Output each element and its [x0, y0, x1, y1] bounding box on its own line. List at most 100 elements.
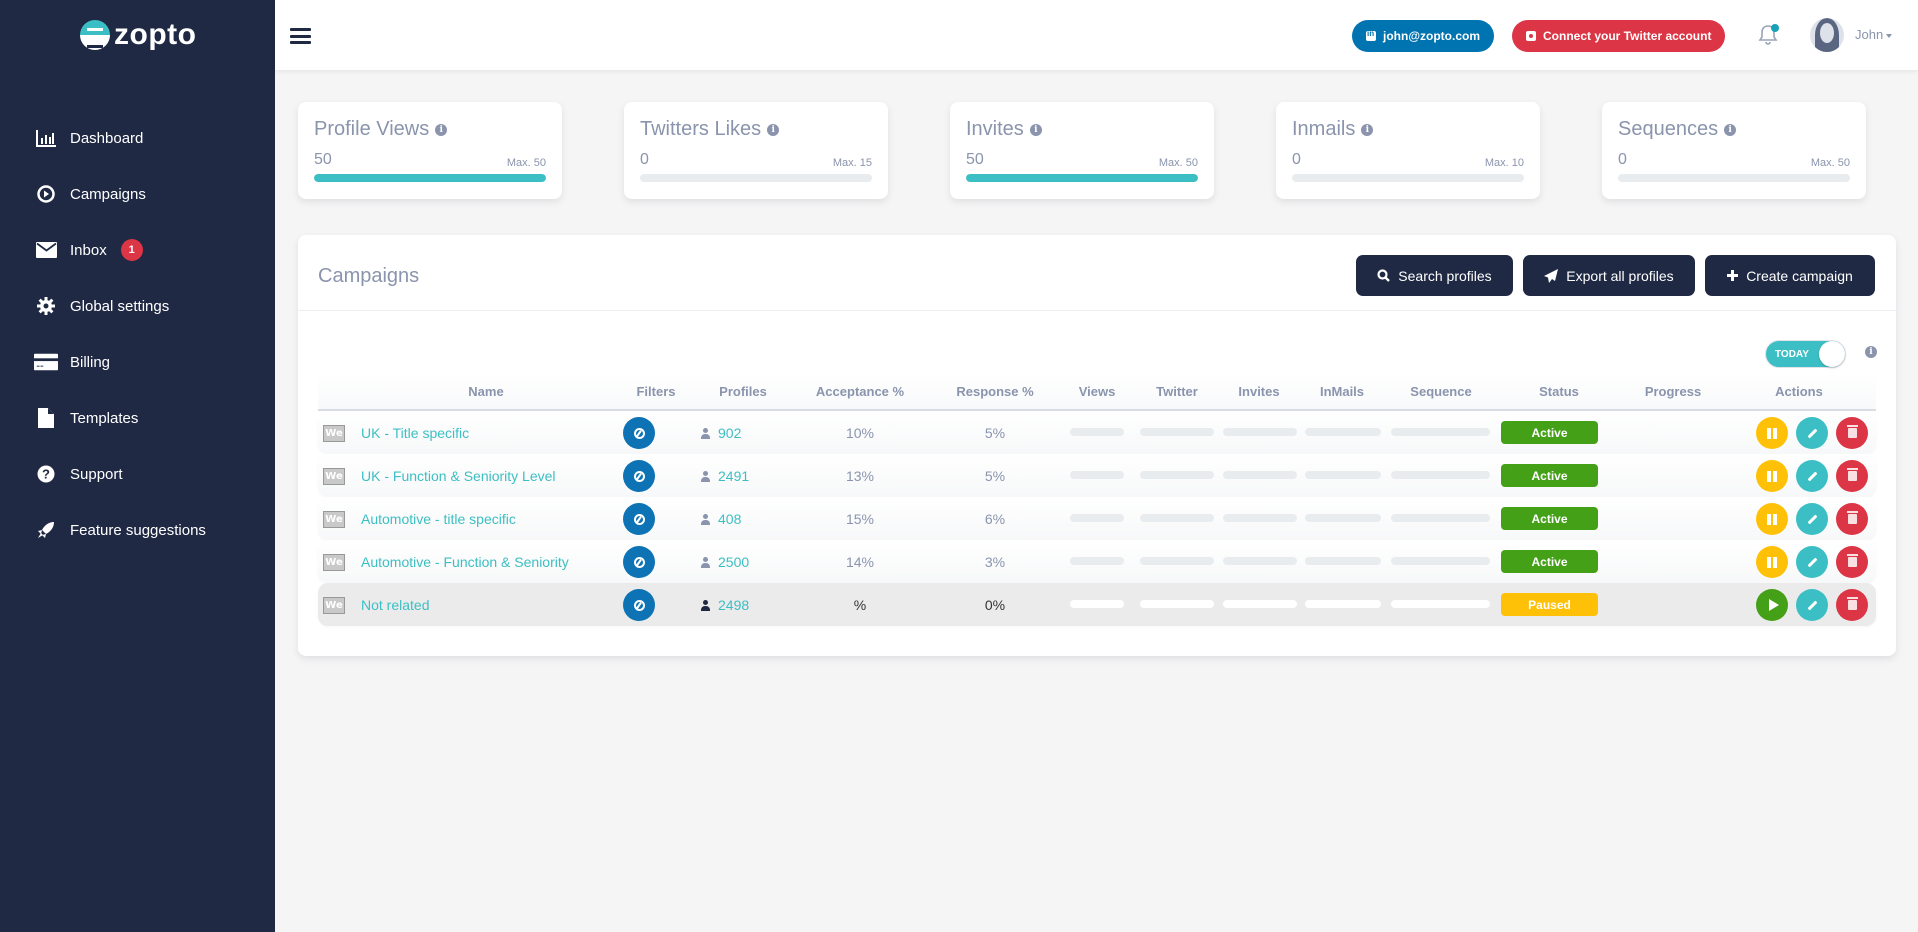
source-badge: We — [323, 425, 345, 442]
profiles-count[interactable]: 408 — [701, 511, 741, 527]
edit-button[interactable] — [1796, 589, 1828, 621]
sidebar-item-global-settings[interactable]: Global settings — [34, 278, 206, 334]
filters-button[interactable] — [623, 460, 655, 492]
filters-button[interactable] — [623, 589, 655, 621]
views-progress-bar — [1070, 471, 1124, 479]
sidebar-item-templates[interactable]: Templates — [34, 390, 206, 446]
menu-toggle-button[interactable] — [290, 28, 311, 44]
user-avatar[interactable] — [1810, 18, 1844, 52]
column-header-profiles[interactable]: Profiles — [719, 384, 767, 399]
twitter-progress-bar — [1140, 471, 1214, 479]
user-menu-dropdown[interactable]: John — [1855, 27, 1893, 42]
trash-icon — [1846, 425, 1858, 438]
connect-twitter-button[interactable]: Connect your Twitter account — [1512, 20, 1726, 52]
create-campaign-button[interactable]: Create campaign — [1705, 255, 1875, 296]
profiles-count[interactable]: 902 — [701, 425, 741, 441]
campaigns-table: Name Filters Profiles Acceptance % Respo… — [318, 373, 1876, 626]
svg-text:?: ? — [42, 467, 50, 482]
filters-button[interactable] — [623, 417, 655, 449]
profiles-count-value: 2500 — [718, 554, 750, 570]
linkedin-account-button[interactable]: john@zopto.com — [1352, 20, 1495, 52]
column-header-twitter[interactable]: Twitter — [1156, 384, 1198, 399]
column-header-status[interactable]: Status — [1539, 384, 1579, 399]
stat-progress-bar — [966, 174, 1198, 182]
search-profiles-button[interactable]: Search profiles — [1356, 255, 1513, 296]
profiles-count[interactable]: 2491 — [701, 468, 749, 484]
pencil-icon — [1807, 600, 1817, 610]
sidebar-item-campaigns[interactable]: Campaigns — [34, 166, 206, 222]
edit-button[interactable] — [1796, 417, 1828, 449]
user-name: John — [1855, 27, 1884, 42]
column-header-filters[interactable]: Filters — [636, 384, 675, 399]
notifications-button[interactable] — [1758, 24, 1780, 46]
pause-button[interactable] — [1756, 417, 1788, 449]
logo[interactable]: zopto — [80, 18, 196, 52]
delete-button[interactable] — [1836, 546, 1868, 578]
brand-name: zopto — [114, 18, 197, 51]
delete-button[interactable] — [1836, 503, 1868, 535]
filters-button[interactable] — [623, 546, 655, 578]
delete-button[interactable] — [1836, 460, 1868, 492]
pause-button[interactable] — [1756, 460, 1788, 492]
invites-progress-bar — [1223, 514, 1297, 522]
question-circle-icon: ? — [34, 465, 58, 483]
column-header-inmails[interactable]: InMails — [1320, 384, 1364, 399]
column-header-name[interactable]: Name — [468, 384, 503, 399]
paper-plane-icon — [1544, 268, 1559, 283]
delete-button[interactable] — [1836, 589, 1868, 621]
info-icon[interactable]: i — [1361, 123, 1374, 136]
column-header-response[interactable]: Response % — [956, 384, 1033, 399]
connect-twitter-label: Connect your Twitter account — [1543, 29, 1712, 43]
sidebar-item-dashboard[interactable]: Dashboard — [34, 110, 206, 166]
acceptance-rate: 15% — [845, 511, 875, 527]
invites-progress-bar — [1223, 471, 1297, 479]
profiles-count[interactable]: 2500 — [701, 554, 749, 570]
info-icon[interactable]: i — [1029, 123, 1042, 136]
today-toggle[interactable]: TODAY — [1765, 340, 1846, 368]
info-icon[interactable]: i — [1865, 346, 1877, 358]
column-header-sequence[interactable]: Sequence — [1410, 384, 1471, 399]
source-badge: We — [323, 597, 345, 614]
topbar: john@zopto.com Connect your Twitter acco… — [275, 0, 1918, 70]
source-badge: We — [323, 468, 345, 485]
stat-progress-fill — [314, 174, 546, 182]
inmails-progress-bar — [1305, 514, 1381, 522]
acceptance-rate: 14% — [845, 554, 875, 570]
column-header-progress[interactable]: Progress — [1645, 384, 1701, 399]
filters-button[interactable] — [623, 503, 655, 535]
campaign-name-link[interactable]: UK - Title specific — [361, 425, 469, 441]
sequence-progress-bar — [1391, 600, 1490, 608]
status-badge: Paused — [1501, 593, 1598, 616]
profiles-count-value: 2491 — [718, 468, 750, 484]
pause-button[interactable] — [1756, 503, 1788, 535]
campaign-name-link[interactable]: UK - Function & Seniority Level — [361, 468, 556, 484]
edit-button[interactable] — [1796, 546, 1828, 578]
info-icon[interactable]: i — [767, 123, 780, 136]
stat-title: Twitters Likes — [640, 118, 762, 140]
sidebar-item-feature-suggestions[interactable]: Feature suggestions — [34, 502, 206, 558]
column-header-invites[interactable]: Invites — [1238, 384, 1279, 399]
column-header-acceptance[interactable]: Acceptance % — [816, 384, 904, 399]
sidebar-item-support[interactable]: ? Support — [34, 446, 206, 502]
column-header-views[interactable]: Views — [1079, 384, 1116, 399]
stat-title: Profile Views — [314, 118, 430, 140]
resume-button[interactable] — [1756, 589, 1788, 621]
pause-icon — [1767, 470, 1777, 482]
delete-button[interactable] — [1836, 417, 1868, 449]
info-icon[interactable]: i — [1724, 123, 1737, 136]
sidebar-item-billing[interactable]: Billing — [34, 334, 206, 390]
pause-button[interactable] — [1756, 546, 1788, 578]
profiles-count[interactable]: 2498 — [701, 597, 749, 613]
sidebar-item-inbox[interactable]: Inbox 1 — [34, 222, 206, 278]
acceptance-rate: 10% — [845, 425, 875, 441]
export-all-profiles-button[interactable]: Export all profiles — [1523, 255, 1695, 296]
compass-icon — [633, 513, 645, 525]
campaign-name-link[interactable]: Not related — [361, 597, 429, 613]
campaign-name-link[interactable]: Automotive - title specific — [361, 511, 516, 527]
info-icon[interactable]: i — [435, 123, 448, 136]
campaign-name-link[interactable]: Automotive - Function & Seniority — [361, 554, 569, 570]
play-circle-icon — [34, 185, 58, 203]
edit-button[interactable] — [1796, 503, 1828, 535]
edit-button[interactable] — [1796, 460, 1828, 492]
campaigns-header: Campaigns Search profiles Export all pro… — [298, 235, 1896, 311]
